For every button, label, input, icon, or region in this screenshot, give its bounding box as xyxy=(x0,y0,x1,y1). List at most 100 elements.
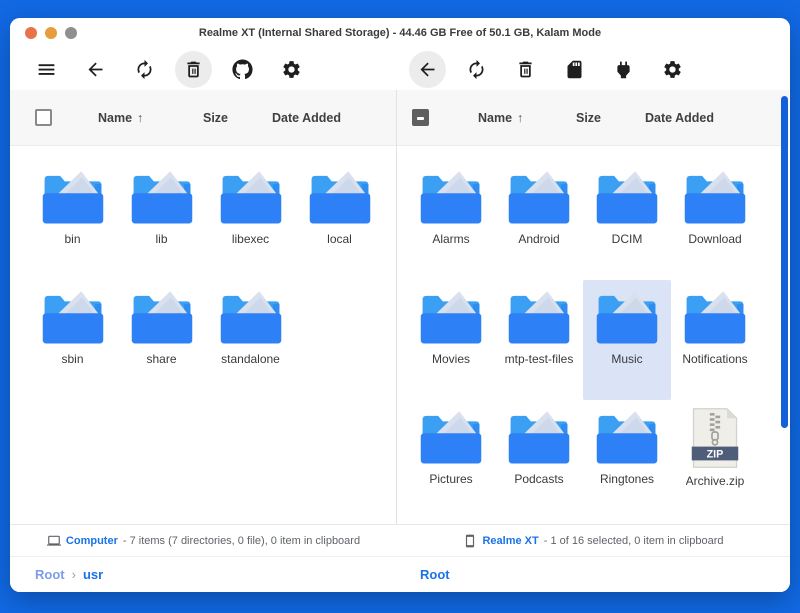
file-label: Pictures xyxy=(429,472,472,486)
trash-icon xyxy=(183,59,204,80)
folder-tile-sbin[interactable]: sbin xyxy=(28,280,117,400)
trash-icon xyxy=(515,59,536,80)
file-label: mtp-test-files xyxy=(505,352,574,366)
github-button[interactable] xyxy=(224,51,261,88)
file-label: standalone xyxy=(221,352,280,366)
right-status: Realme XT - 1 of 16 selected, 0 item in … xyxy=(397,525,790,556)
plug-icon xyxy=(613,59,634,80)
left-pane-checkbox[interactable] xyxy=(35,109,52,126)
device-pane: Name↑ Size Date Added Alarms Android DCIM D… xyxy=(397,90,789,524)
refresh-button-device[interactable] xyxy=(458,51,495,88)
folder-icon xyxy=(218,285,284,347)
folder-icon xyxy=(594,405,660,467)
folder-icon xyxy=(129,285,195,347)
vertical-scrollbar[interactable] xyxy=(781,96,788,428)
folder-tile-Movies[interactable]: Movies xyxy=(407,280,495,400)
app-window: Realme XT (Internal Shared Storage) - 44… xyxy=(10,18,790,592)
file-label: Alarms xyxy=(432,232,469,246)
refresh-button[interactable] xyxy=(126,51,163,88)
folder-tile-lib[interactable]: lib xyxy=(117,160,206,280)
folder-icon xyxy=(506,405,572,467)
delete-button-device[interactable] xyxy=(507,51,544,88)
left-status-text: - 7 items (7 directories, 0 file), 0 ite… xyxy=(123,535,360,547)
svg-text:ZIP: ZIP xyxy=(707,448,724,460)
folder-tile-local[interactable]: local xyxy=(295,160,384,280)
settings-icon xyxy=(662,59,683,80)
folder-tile-standalone[interactable]: standalone xyxy=(206,280,295,400)
column-header-size[interactable]: Size xyxy=(203,111,228,125)
file-label: Notifications xyxy=(682,352,747,366)
refresh-icon xyxy=(134,59,155,80)
local-pane: Name↑ Size Date Added bin lib libexec local… xyxy=(10,90,397,524)
column-header-name[interactable]: Name↑ xyxy=(98,111,143,125)
column-header-date-added[interactable]: Date Added xyxy=(272,111,341,125)
folder-icon xyxy=(682,165,748,227)
maximize-button[interactable] xyxy=(65,27,77,39)
settings-button-device[interactable] xyxy=(654,51,691,88)
minimize-button[interactable] xyxy=(45,27,57,39)
file-label: lib xyxy=(155,232,167,246)
left-status: Computer - 7 items (7 directories, 0 fil… xyxy=(10,525,397,556)
sort-arrow-icon: ↑ xyxy=(517,111,523,125)
breadcrumb-item-usr[interactable]: usr xyxy=(83,567,103,582)
right-pane-header: Name↑ Size Date Added xyxy=(397,90,789,146)
file-tile-Archive.zip[interactable]: ZIP Archive.zip xyxy=(671,400,759,520)
back-icon xyxy=(417,59,438,80)
right-status-text: - 1 of 16 selected, 0 item in clipboard xyxy=(544,535,724,547)
folder-tile-mtp-test-files[interactable]: mtp-test-files xyxy=(495,280,583,400)
folder-tile-Podcasts[interactable]: Podcasts xyxy=(495,400,583,520)
settings-icon xyxy=(281,59,302,80)
folder-tile-libexec[interactable]: libexec xyxy=(206,160,295,280)
folder-icon xyxy=(40,165,106,227)
breadcrumb-item-root[interactable]: Root xyxy=(35,567,65,582)
file-label: DCIM xyxy=(612,232,643,246)
toolbar-row xyxy=(10,48,790,90)
back-button-device[interactable] xyxy=(409,51,446,88)
folder-icon xyxy=(418,285,484,347)
breadcrumb-item-root[interactable]: Root xyxy=(420,567,450,582)
column-header-date-added[interactable]: Date Added xyxy=(645,111,714,125)
close-button[interactable] xyxy=(25,27,37,39)
breadcrumb-bar: Root › usr Root xyxy=(10,556,790,592)
right-pane-checkbox[interactable] xyxy=(412,109,429,126)
folder-icon xyxy=(129,165,195,227)
right-toolbar xyxy=(397,51,790,88)
folder-tile-Download[interactable]: Download xyxy=(671,160,759,280)
back-icon xyxy=(85,59,106,80)
file-label: local xyxy=(327,232,352,246)
chevron-right-icon: › xyxy=(72,567,76,582)
folder-tile-Alarms[interactable]: Alarms xyxy=(407,160,495,280)
right-file-grid: Alarms Android DCIM Download Movies mtp-test-… xyxy=(397,146,789,520)
folder-tile-Android[interactable]: Android xyxy=(495,160,583,280)
folder-icon xyxy=(418,405,484,467)
back-button[interactable] xyxy=(77,51,114,88)
computer-link[interactable]: Computer xyxy=(66,535,118,547)
title-bar: Realme XT (Internal Shared Storage) - 44… xyxy=(10,18,790,48)
folder-tile-bin[interactable]: bin xyxy=(28,160,117,280)
folder-tile-Notifications[interactable]: Notifications xyxy=(671,280,759,400)
status-bar: Computer - 7 items (7 directories, 0 fil… xyxy=(10,524,790,556)
storage-button[interactable] xyxy=(556,51,593,88)
connect-button[interactable] xyxy=(605,51,642,88)
file-label: Podcasts xyxy=(514,472,563,486)
column-header-name[interactable]: Name↑ xyxy=(478,111,523,125)
file-label: Archive.zip xyxy=(686,474,745,488)
menu-button[interactable] xyxy=(28,51,65,88)
github-icon xyxy=(232,59,253,80)
folder-tile-Ringtones[interactable]: Ringtones xyxy=(583,400,671,520)
file-panes: Name↑ Size Date Added bin lib libexec local… xyxy=(10,90,790,524)
folder-tile-DCIM[interactable]: DCIM xyxy=(583,160,671,280)
settings-button[interactable] xyxy=(273,51,310,88)
laptop-icon xyxy=(47,534,61,548)
folder-icon xyxy=(594,285,660,347)
folder-tile-Music[interactable]: Music xyxy=(583,280,671,400)
traffic-lights xyxy=(25,27,77,39)
folder-tile-share[interactable]: share xyxy=(117,280,206,400)
sort-arrow-icon: ↑ xyxy=(137,111,143,125)
delete-button[interactable] xyxy=(175,51,212,88)
device-link[interactable]: Realme XT xyxy=(482,535,538,547)
column-header-size[interactable]: Size xyxy=(576,111,601,125)
left-pane-header: Name↑ Size Date Added xyxy=(10,90,396,146)
left-file-grid: bin lib libexec local sbinshare standalone xyxy=(10,146,396,400)
folder-tile-Pictures[interactable]: Pictures xyxy=(407,400,495,520)
